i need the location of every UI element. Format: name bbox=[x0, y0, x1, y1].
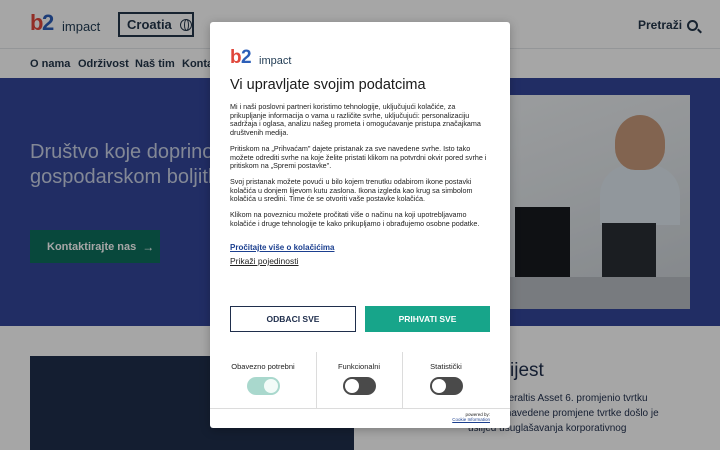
divider bbox=[402, 352, 403, 408]
necessary-toggle[interactable] bbox=[246, 377, 280, 395]
dialog-body: Mi i naši poslovni partneri koristimo te… bbox=[230, 102, 490, 235]
consent-label: Obavezno potrebni bbox=[231, 362, 295, 371]
statistics-toggle[interactable] bbox=[429, 377, 463, 395]
consent-label: Funkcionalni bbox=[337, 362, 381, 371]
consent-label: Statistički bbox=[430, 362, 462, 371]
cookie-information-link[interactable]: Cookie Information bbox=[452, 417, 490, 422]
consent-functional: Funkcionalni bbox=[316, 352, 402, 408]
consent-necessary: Obavezno potrebni bbox=[210, 352, 316, 408]
dialog-paragraph: Pritiskom na „Prihvaćam" dajete pristana… bbox=[230, 143, 487, 171]
dialog-title: Vi upravljate svojim podatcima bbox=[230, 77, 426, 93]
show-details-link[interactable]: Prikaži pojedinosti bbox=[230, 256, 299, 266]
divider bbox=[210, 408, 510, 409]
reject-all-button[interactable]: ODBACI SVE bbox=[230, 306, 356, 332]
consent-statistics: Statistički bbox=[402, 352, 490, 408]
powered-by: powered by: Cookie Information bbox=[452, 412, 490, 422]
read-more-cookies-link[interactable]: Pročitajte više o kolačićima bbox=[230, 243, 335, 252]
dialog-paragraph: Klikom na poveznicu možete pročitati viš… bbox=[230, 210, 480, 228]
dialog-logo-wordmark: impact bbox=[259, 55, 292, 67]
dialog-paragraph: Mi i naši poslovni partneri koristimo te… bbox=[230, 102, 481, 138]
b2-logo-mark-icon: b 2 bbox=[230, 47, 252, 68]
dialog-logo: b 2 impact bbox=[230, 48, 291, 68]
dialog-paragraph: Svoj pristanak možete povući u bilo koje… bbox=[230, 176, 473, 204]
consent-categories: Obavezno potrebni Funkcionalni Statistič… bbox=[210, 352, 510, 408]
divider bbox=[316, 352, 317, 408]
accept-all-button[interactable]: PRIHVATI SVE bbox=[365, 306, 490, 332]
cookie-consent-dialog: b 2 impact Vi upravljate svojim podatcim… bbox=[210, 22, 510, 428]
functional-toggle[interactable] bbox=[342, 377, 376, 395]
